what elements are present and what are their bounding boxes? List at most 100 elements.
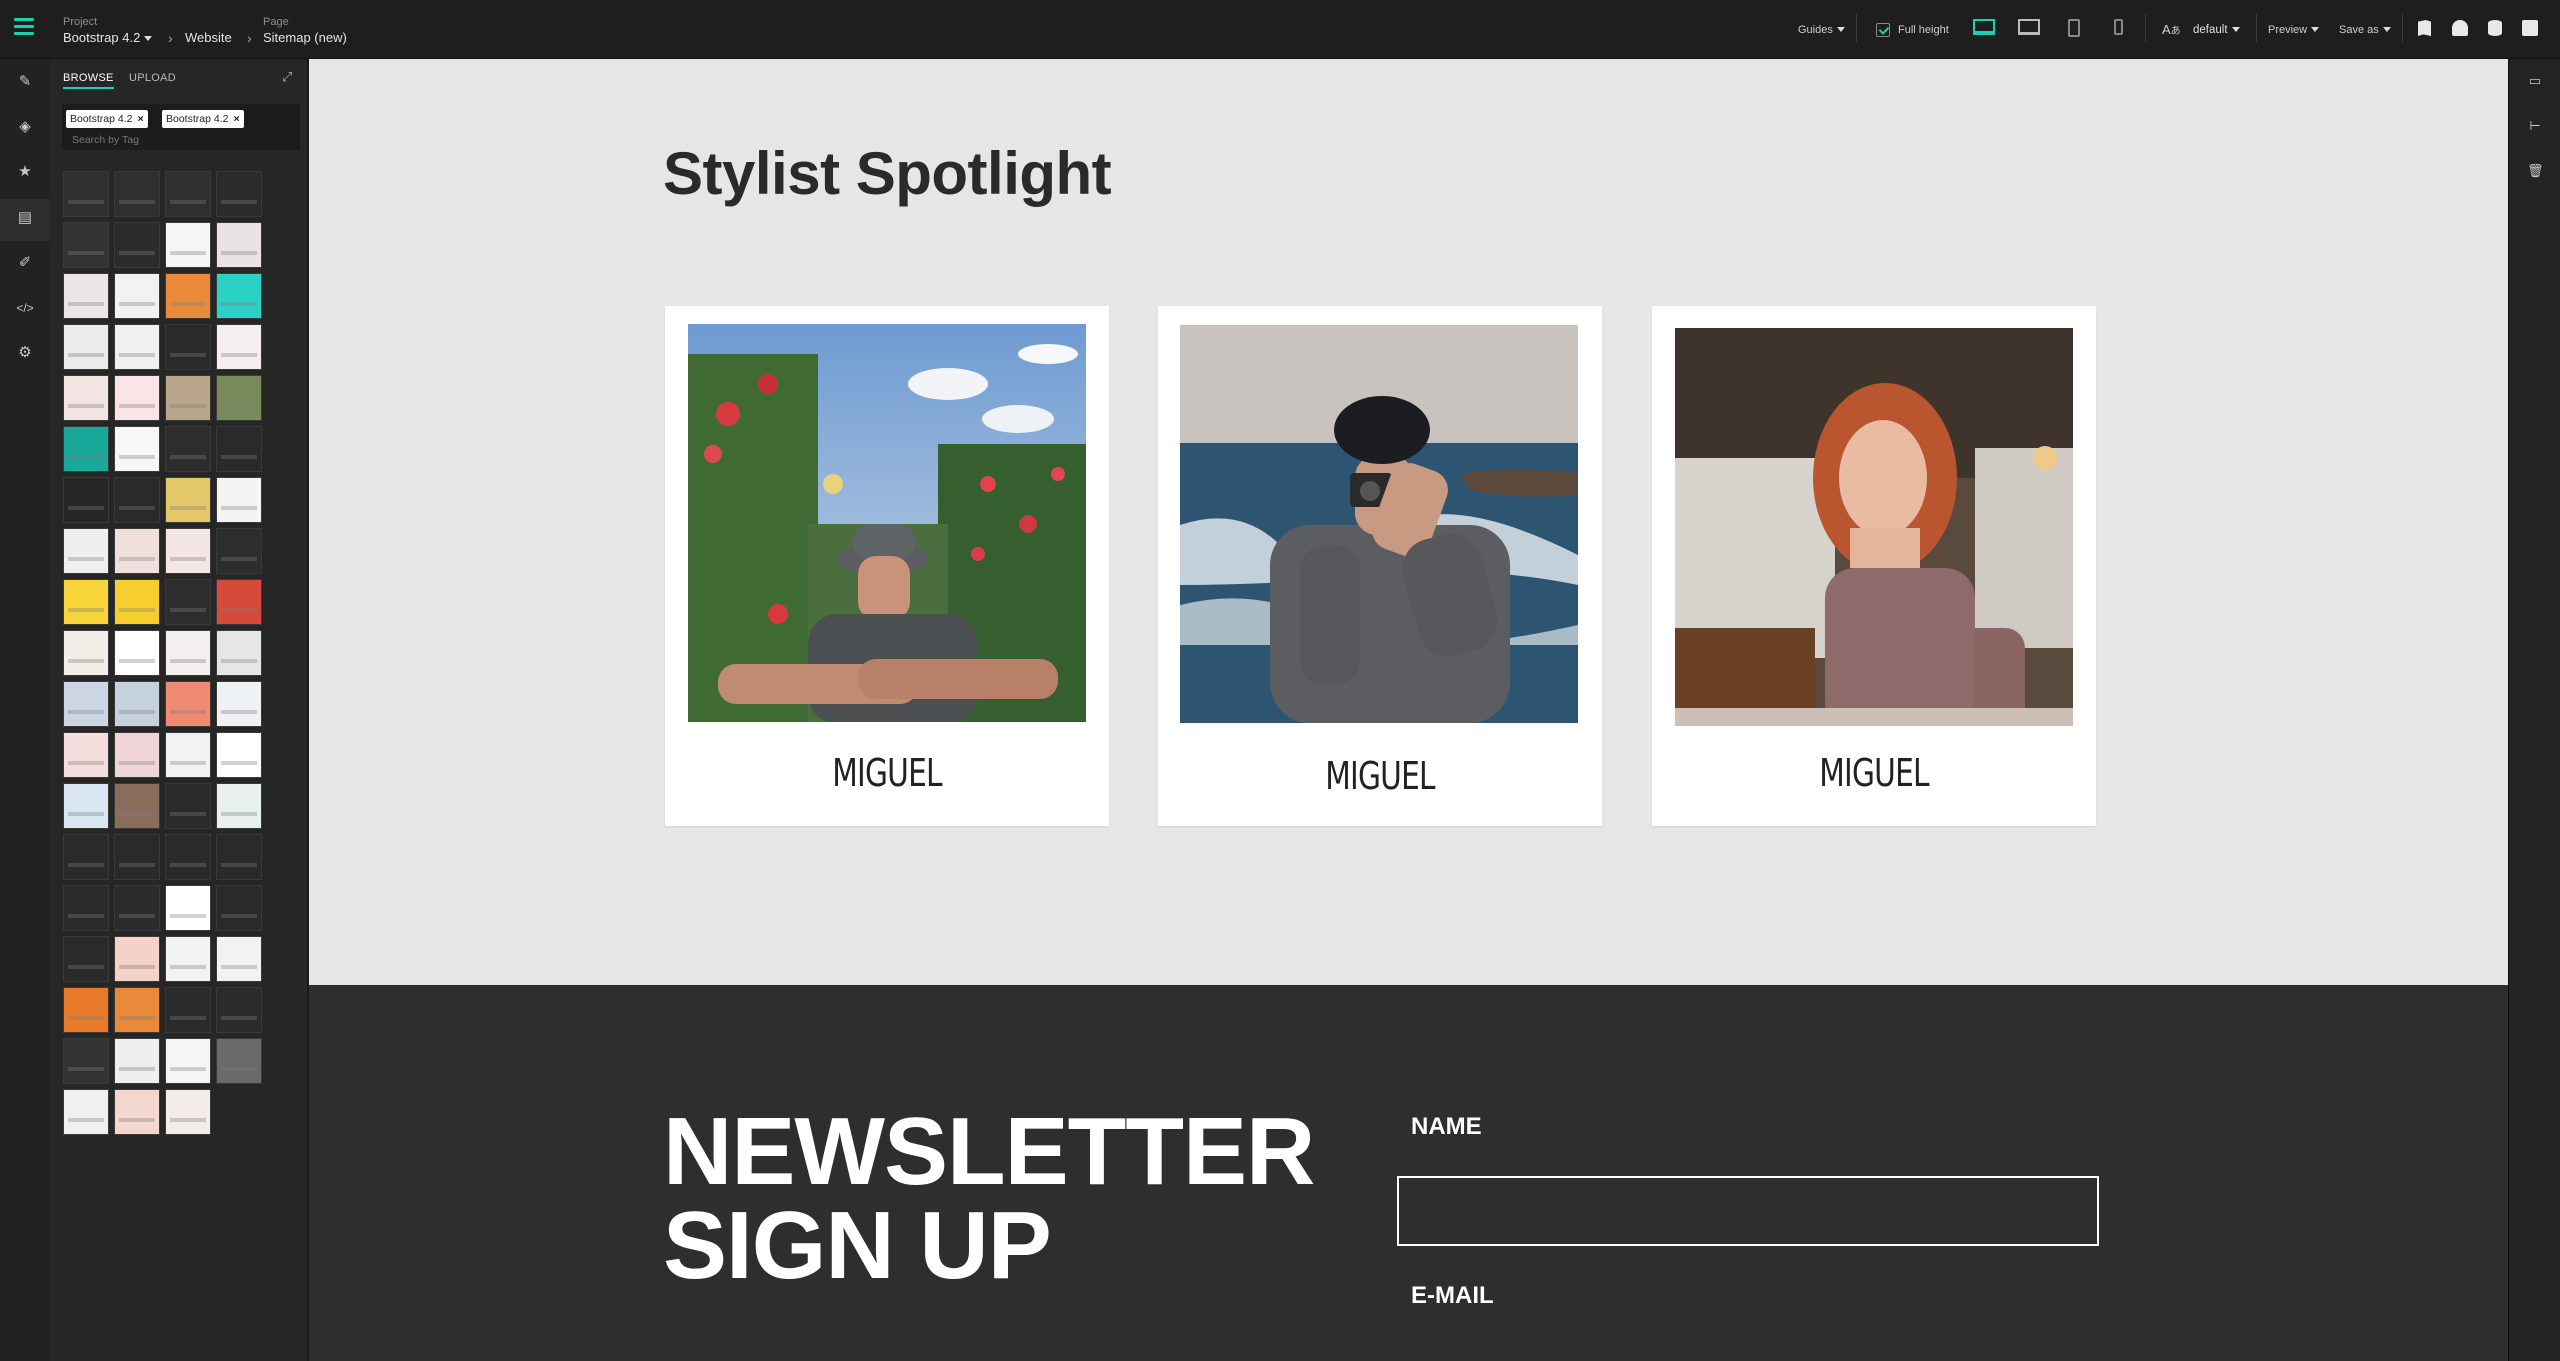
block-thumbnail[interactable]: [165, 885, 211, 931]
block-thumbnail[interactable]: [216, 579, 262, 625]
stylist-card[interactable]: MIGUEL: [1158, 306, 1602, 826]
brush-icon[interactable]: ✐: [16, 254, 34, 272]
paint-bucket-icon[interactable]: [2452, 20, 2468, 36]
block-thumbnail[interactable]: [216, 834, 262, 880]
block-thumbnail[interactable]: [165, 426, 211, 472]
full-height-toggle[interactable]: Full height: [1876, 0, 1949, 59]
guides-dropdown[interactable]: Guides: [1798, 0, 1845, 59]
block-thumbnail[interactable]: [63, 222, 109, 268]
block-thumbnail[interactable]: [114, 987, 160, 1033]
block-thumbnail[interactable]: [114, 1038, 160, 1084]
page-selector[interactable]: Page Sitemap (new): [263, 15, 347, 45]
block-thumbnail[interactable]: [63, 273, 109, 319]
block-thumbnail[interactable]: [165, 834, 211, 880]
code-icon[interactable]: </>: [16, 299, 34, 317]
tablet-view-icon[interactable]: [2068, 19, 2080, 37]
block-thumbnail[interactable]: [216, 375, 262, 421]
block-thumbnail[interactable]: [63, 987, 109, 1033]
block-thumbnail[interactable]: [63, 1038, 109, 1084]
block-thumbnail[interactable]: [216, 324, 262, 370]
window-icon[interactable]: ▭: [2527, 73, 2543, 89]
block-thumbnail[interactable]: [114, 171, 160, 217]
name-input[interactable]: [1397, 1176, 2099, 1246]
inbox-icon[interactable]: [2522, 20, 2538, 36]
gear-icon[interactable]: ⚙: [16, 344, 34, 362]
block-thumbnail[interactable]: [114, 375, 160, 421]
pencil-icon[interactable]: ✎: [16, 73, 34, 91]
block-thumbnail[interactable]: [165, 732, 211, 778]
block-thumbnail[interactable]: [165, 273, 211, 319]
block-thumbnail[interactable]: [63, 681, 109, 727]
block-thumbnail[interactable]: [114, 681, 160, 727]
block-thumbnail[interactable]: [63, 834, 109, 880]
block-thumbnail[interactable]: [114, 1089, 160, 1135]
block-thumbnail[interactable]: [165, 936, 211, 982]
project-selector[interactable]: Project Bootstrap 4.2: [63, 15, 153, 45]
block-thumbnail[interactable]: [63, 324, 109, 370]
block-thumbnail[interactable]: [165, 171, 211, 217]
block-thumbnail[interactable]: [216, 732, 262, 778]
star-icon[interactable]: ★: [16, 163, 34, 181]
block-thumbnail[interactable]: [63, 885, 109, 931]
block-thumbnail[interactable]: [165, 579, 211, 625]
block-thumbnail[interactable]: [114, 630, 160, 676]
block-thumbnail[interactable]: [216, 1038, 262, 1084]
database-icon[interactable]: [2488, 20, 2502, 36]
block-thumbnail[interactable]: [63, 936, 109, 982]
block-thumbnail[interactable]: [63, 1089, 109, 1135]
block-thumbnail[interactable]: [114, 783, 160, 829]
close-icon[interactable]: ×: [137, 113, 143, 125]
block-thumbnail[interactable]: [63, 528, 109, 574]
laptop-view-icon[interactable]: [2018, 19, 2040, 35]
block-thumbnail[interactable]: [114, 834, 160, 880]
language-dropdown[interactable]: default: [2193, 0, 2240, 59]
block-thumbnail[interactable]: [114, 579, 160, 625]
block-thumbnail[interactable]: [114, 477, 160, 523]
block-thumbnail[interactable]: [216, 477, 262, 523]
block-thumbnail[interactable]: [165, 630, 211, 676]
block-thumbnail[interactable]: [114, 222, 160, 268]
block-thumbnail[interactable]: [165, 987, 211, 1033]
desktop-view-icon[interactable]: [1973, 19, 1995, 35]
block-thumbnail[interactable]: [114, 936, 160, 982]
block-thumbnail[interactable]: [165, 222, 211, 268]
block-thumbnail[interactable]: [165, 783, 211, 829]
block-thumbnail[interactable]: [63, 171, 109, 217]
book-icon[interactable]: [2418, 20, 2431, 36]
block-thumbnail[interactable]: [165, 1038, 211, 1084]
block-thumbnail[interactable]: [165, 375, 211, 421]
block-thumbnail[interactable]: [63, 426, 109, 472]
block-thumbnail[interactable]: [165, 681, 211, 727]
block-thumbnail[interactable]: [63, 783, 109, 829]
block-thumbnail[interactable]: [216, 528, 262, 574]
block-thumbnail[interactable]: [165, 1089, 211, 1135]
block-thumbnail[interactable]: [63, 579, 109, 625]
block-thumbnail[interactable]: [216, 426, 262, 472]
block-thumbnail[interactable]: [216, 936, 262, 982]
block-thumbnail[interactable]: [114, 426, 160, 472]
save-as-dropdown[interactable]: Save as: [2339, 0, 2391, 59]
block-thumbnail[interactable]: [165, 477, 211, 523]
tag-chip[interactable]: Bootstrap 4.2 ×: [66, 110, 148, 128]
layers-icon[interactable]: ◈: [16, 118, 34, 136]
checkbox-checked-icon[interactable]: [1876, 22, 1890, 37]
block-thumbnail[interactable]: [216, 630, 262, 676]
tree-icon[interactable]: ⊢: [2527, 118, 2543, 134]
tag-chip[interactable]: Bootstrap 4.2 ×: [162, 110, 244, 128]
block-thumbnail[interactable]: [63, 630, 109, 676]
block-thumbnail[interactable]: [216, 885, 262, 931]
block-thumbnail[interactable]: [216, 987, 262, 1033]
blocks-icon[interactable]: ▤: [16, 209, 34, 227]
block-thumbnail[interactable]: [63, 732, 109, 778]
tab-browse[interactable]: BROWSE: [63, 72, 114, 89]
tab-upload[interactable]: UPLOAD: [129, 72, 176, 84]
close-icon[interactable]: ×: [233, 113, 239, 125]
preview-dropdown[interactable]: Preview: [2268, 0, 2320, 59]
block-thumbnail[interactable]: [114, 528, 160, 574]
block-thumbnail[interactable]: [216, 222, 262, 268]
block-thumbnail[interactable]: [216, 681, 262, 727]
block-thumbnail[interactable]: [63, 375, 109, 421]
website-link[interactable]: Website: [185, 15, 232, 45]
block-thumbnail[interactable]: [114, 273, 160, 319]
language-icon[interactable]: Aあ: [2162, 0, 2181, 59]
